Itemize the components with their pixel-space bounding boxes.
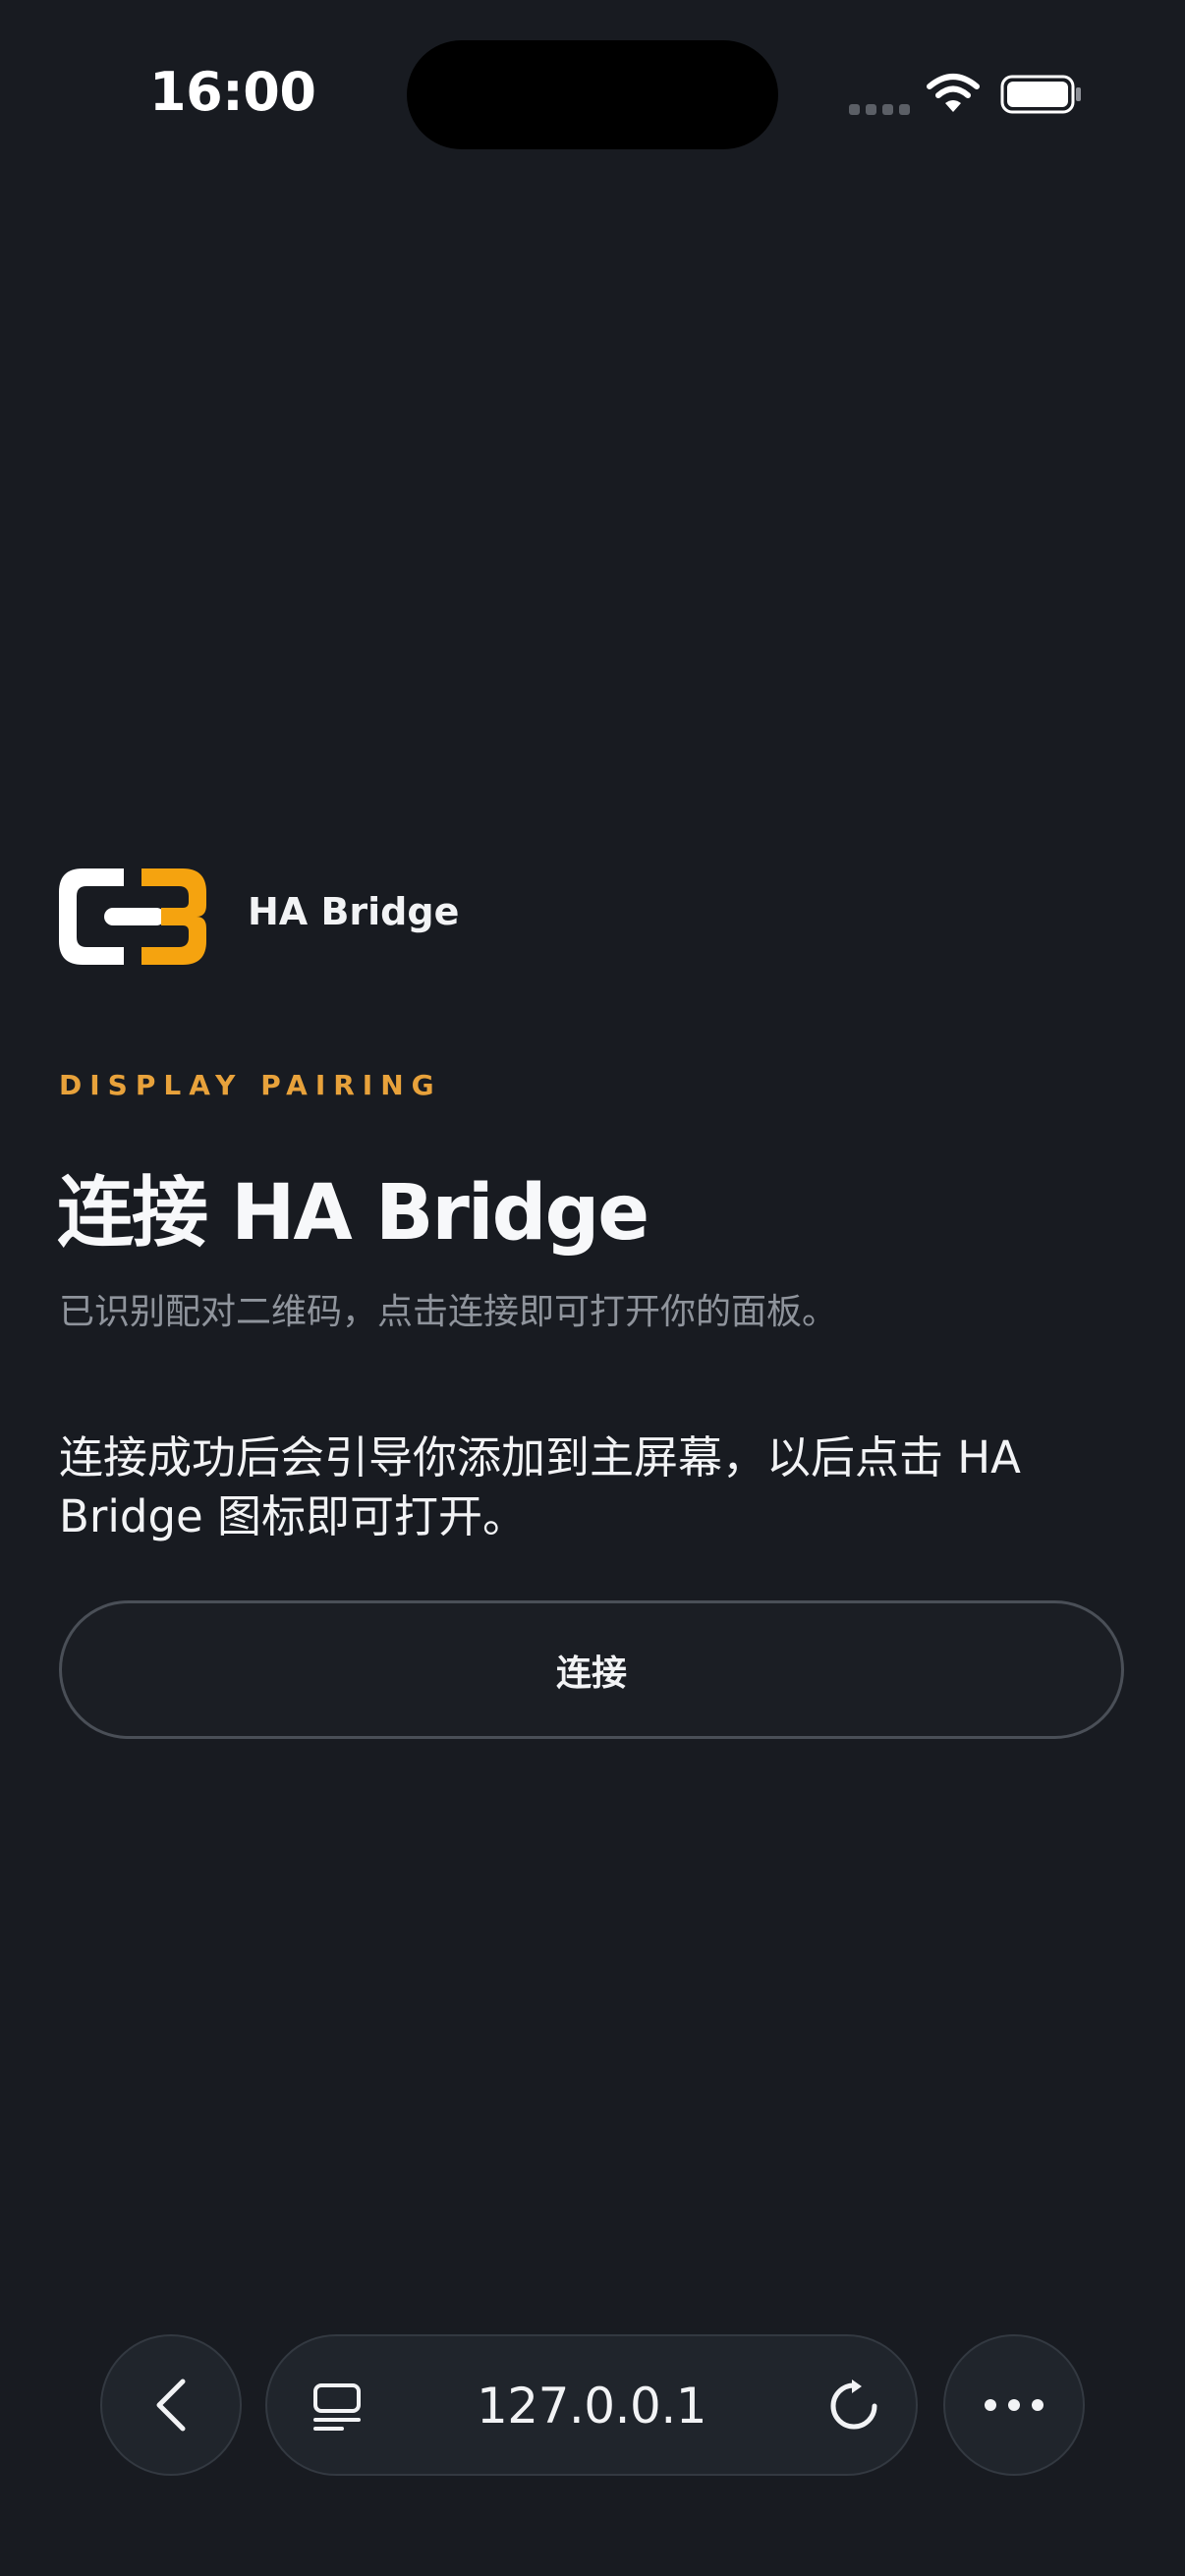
status-time: 16:00 <box>149 61 316 123</box>
eyebrow-label: DISPLAY PAIRING <box>59 1069 442 1101</box>
wifi-icon <box>927 74 980 112</box>
page-subtitle: 已识别配对二维码，点击连接即可打开你的面板。 <box>59 1292 838 1332</box>
signal-dots-icon <box>849 104 910 115</box>
more-icon <box>985 2399 1044 2411</box>
page-title: 连接 HA Bridge <box>57 1169 649 1258</box>
connect-button[interactable]: 连接 <box>59 1600 1124 1739</box>
more-button[interactable] <box>943 2334 1085 2476</box>
chain-link-logo <box>59 868 206 965</box>
back-chevron-icon <box>156 2379 186 2432</box>
back-button[interactable] <box>100 2334 242 2476</box>
reload-icon[interactable] <box>827 2380 880 2433</box>
body-text: 连接成功后会引导你添加到主屏幕，以后点击 HA Bridge 图标即可打开。 <box>59 1431 1021 1542</box>
address-bar[interactable]: 127.0.0.1 <box>265 2334 918 2476</box>
address-url[interactable]: 127.0.0.1 <box>267 2378 916 2435</box>
brand-name: HA Bridge <box>248 890 460 933</box>
battery-icon <box>1000 75 1081 114</box>
dynamic-island <box>407 40 778 149</box>
